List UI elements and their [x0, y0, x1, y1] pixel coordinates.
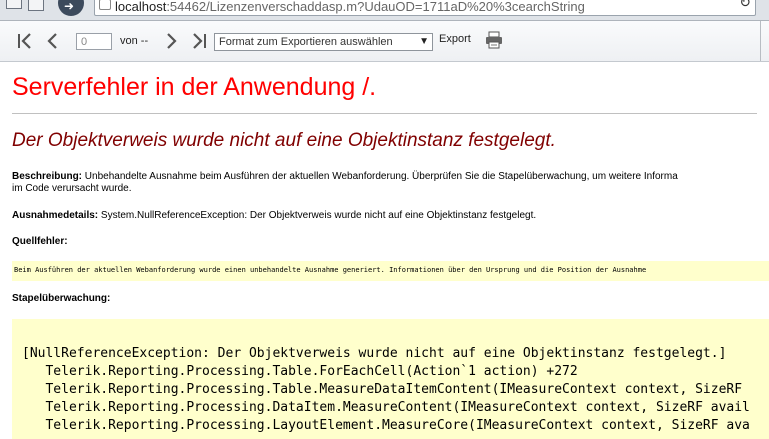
source-error-label: Quellfehler: [12, 236, 68, 247]
error-subtitle: Der Objektverweis wurde nicht auf eine O… [12, 130, 556, 151]
url-host: localhost [115, 0, 167, 14]
report-viewer-toolbar: von -- Format zum Exportieren auswählen … [0, 21, 769, 62]
page-icon [99, 0, 111, 10]
description-continuation: im Code verursacht wurde. [12, 183, 132, 194]
last-page-button[interactable] [188, 30, 210, 52]
page-title: Serverfehler in der Anwendung /. [12, 73, 377, 101]
forward-arrow-icon: ➜ [64, 0, 75, 13]
page-count-label: von -- [120, 35, 149, 47]
url-path: :54462/Lizenzenverschaddasp.m?UdauOD=171… [166, 0, 585, 14]
description-label: Beschreibung: [12, 171, 83, 182]
previous-page-button[interactable] [42, 30, 64, 52]
last-page-icon [193, 33, 206, 49]
export-button[interactable]: Export [439, 33, 471, 45]
exception-text: System.NullReferenceException: Der Objek… [100, 210, 537, 221]
source-error-box: Beim Ausführen der aktuellen Webanforder… [12, 261, 769, 281]
stack-trace-heading: Stapelüberwachung: [12, 293, 110, 305]
tab-icon[interactable] [28, 0, 44, 11]
window-icon [6, 0, 22, 9]
stack-line: Telerik.Reporting.Processing.Table.Measu… [22, 382, 743, 397]
stack-line: Telerik.Reporting.Processing.DataItem.Me… [22, 400, 750, 415]
toolbar-divider [760, 21, 761, 61]
description-paragraph: Beschreibung: Unbehandelte Ausnahme beim… [12, 171, 678, 183]
previous-page-icon [47, 33, 57, 49]
next-page-icon [167, 33, 177, 49]
page-number-input[interactable] [76, 33, 112, 50]
exception-details: Ausnahmedetails: System.NullReferenceExc… [12, 210, 536, 222]
export-format-value: Format zum Exportieren auswählen [219, 36, 393, 48]
print-icon [486, 31, 502, 49]
next-page-button[interactable] [160, 30, 182, 52]
stack-line: Telerik.Reporting.Processing.Table.ForEa… [22, 364, 578, 379]
print-button[interactable] [485, 31, 503, 49]
exception-label: Ausnahmedetails: [12, 210, 99, 221]
dropdown-arrow-icon: ▼ [419, 36, 429, 47]
description-text: Unbehandelte Ausnahme beim Ausführen der… [84, 171, 678, 182]
first-page-icon [18, 33, 31, 49]
export-format-select[interactable]: Format zum Exportieren auswählen ▼ [214, 33, 433, 51]
address-bar[interactable]: localhost:54462/Lizenzenverschaddasp.m?U… [94, 0, 756, 16]
forward-button[interactable]: ➜ [58, 0, 84, 16]
stack-trace-label: Stapelüberwachung: [12, 293, 111, 304]
stack-trace-box: [NullReferenceException: Der Objektverwe… [12, 319, 769, 439]
stack-line: [NullReferenceException: Der Objektverwe… [22, 346, 727, 361]
address-text: localhost:54462/Lizenzenverschaddasp.m?U… [115, 0, 585, 14]
title-divider [12, 113, 757, 114]
refresh-icon[interactable]: ↻ [739, 0, 751, 11]
source-error-text: Beim Ausführen der aktuellen Webanforder… [14, 266, 647, 274]
browser-chrome: ➜ localhost:54462/Lizenzenverschaddasp.m… [0, 0, 769, 21]
stack-line: Telerik.Reporting.Processing.LayoutEleme… [22, 418, 750, 433]
first-page-button[interactable] [14, 30, 36, 52]
source-error-heading: Quellfehler: [12, 236, 68, 248]
